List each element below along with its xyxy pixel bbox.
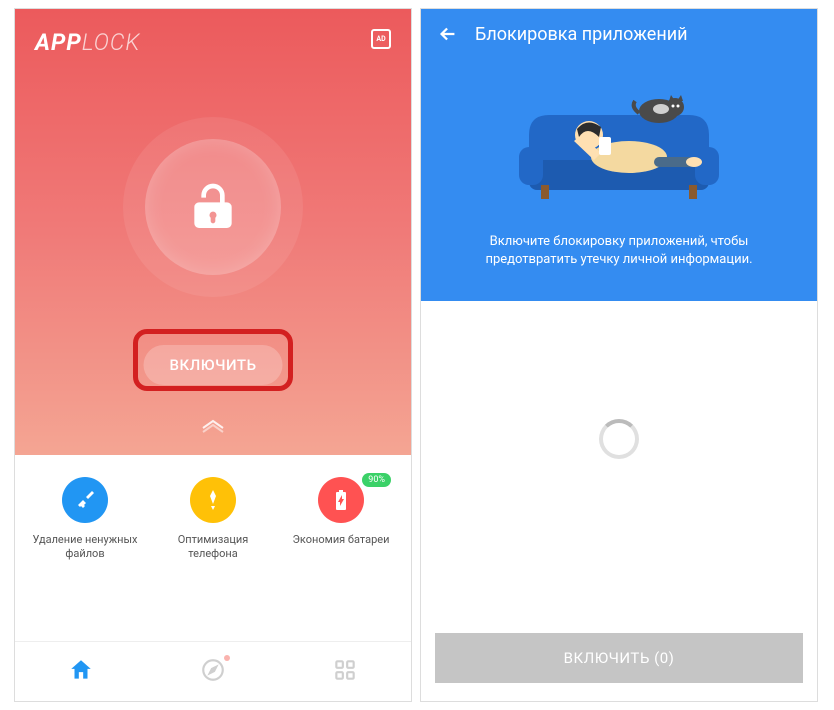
feature-optimize[interactable]: Оптимизация телефона bbox=[149, 477, 277, 641]
home-icon bbox=[68, 657, 94, 683]
left-hero: APPLOCK AD ВКЛЮЧИТЬ bbox=[15, 9, 411, 455]
hero-subtitle: Включите блокировку приложений, чтобы пр… bbox=[421, 233, 817, 269]
chevron-up-icon[interactable] bbox=[199, 417, 227, 437]
feature-battery[interactable]: 90% Экономия батареи bbox=[277, 477, 405, 641]
feature-label: Экономия батареи bbox=[289, 533, 394, 547]
feature-label: Удаление ненужных файлов bbox=[21, 533, 149, 562]
features-row: Удаление ненужных файлов Оптимизация тел… bbox=[15, 455, 411, 641]
phone-right: Блокировка приложений bbox=[420, 8, 818, 702]
couch-illustration bbox=[499, 65, 739, 205]
nav-home[interactable] bbox=[68, 657, 94, 687]
nav-apps[interactable] bbox=[332, 657, 358, 687]
enable-button[interactable]: ВКЛЮЧИТЬ bbox=[144, 345, 283, 385]
right-header: Блокировка приложений bbox=[421, 9, 817, 59]
subtitle-line2: предотвратить утечку личной информации. bbox=[485, 252, 752, 267]
app-name-bold: APP bbox=[35, 29, 82, 56]
enable-count-button[interactable]: ВКЛЮЧИТЬ (0) bbox=[435, 633, 803, 683]
feature-label: Оптимизация телефона bbox=[149, 533, 277, 562]
battery-icon bbox=[318, 477, 364, 523]
subtitle-line1: Включите блокировку приложений, чтобы bbox=[490, 234, 749, 249]
notification-dot bbox=[224, 655, 230, 661]
page-title: Блокировка приложений bbox=[475, 24, 687, 45]
battery-badge: 90% bbox=[362, 473, 391, 487]
ad-icon[interactable]: AD bbox=[371, 29, 391, 49]
lock-circle-inner bbox=[145, 139, 281, 275]
loading-spinner bbox=[599, 419, 639, 459]
rocket-icon bbox=[190, 477, 236, 523]
right-hero: Блокировка приложений bbox=[421, 9, 817, 301]
app-name-thin: LOCK bbox=[82, 29, 141, 56]
compass-icon bbox=[200, 657, 226, 683]
unlock-icon bbox=[185, 179, 241, 235]
broom-icon bbox=[62, 477, 108, 523]
app-title: APPLOCK bbox=[35, 29, 140, 56]
bottom-nav bbox=[15, 641, 411, 701]
feature-clean[interactable]: Удаление ненужных файлов bbox=[21, 477, 149, 641]
grid-icon bbox=[332, 657, 358, 683]
phone-left: APPLOCK AD ВКЛЮЧИТЬ Удаление ненужных фа… bbox=[14, 8, 412, 702]
back-arrow-icon[interactable] bbox=[437, 23, 459, 45]
right-body: ВКЛЮЧИТЬ (0) bbox=[421, 301, 817, 701]
nav-compass[interactable] bbox=[200, 657, 226, 687]
lock-circle-outer[interactable] bbox=[123, 117, 303, 297]
